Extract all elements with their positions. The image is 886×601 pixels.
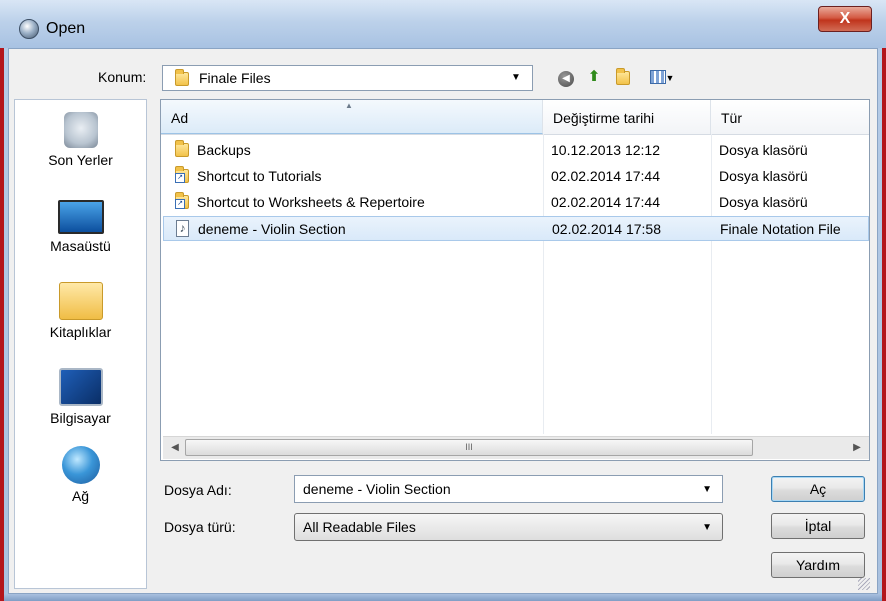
place-recent[interactable]: Son Yerler bbox=[15, 112, 146, 168]
folder-icon bbox=[175, 140, 189, 157]
view-menu-icon bbox=[649, 70, 666, 85]
list-item[interactable]: ↗ Shortcut to Worksheets & Repertoire 02… bbox=[163, 190, 869, 215]
file-type: Dosya klasörü bbox=[719, 168, 808, 184]
column-name-label: Ad bbox=[171, 110, 189, 126]
place-libraries[interactable]: Kitaplıklar bbox=[15, 282, 146, 340]
window-title: Open bbox=[46, 20, 86, 37]
list-item[interactable]: ↗ Shortcut to Tutorials 02.02.2014 17:44… bbox=[163, 164, 869, 189]
place-label: Son Yerler bbox=[48, 152, 113, 168]
file-date: 02.02.2014 17:44 bbox=[551, 168, 660, 184]
recent-places-icon bbox=[63, 112, 98, 148]
place-computer[interactable]: Bilgisayar bbox=[15, 368, 146, 426]
file-name: deneme - Violin Section bbox=[198, 221, 346, 237]
chevron-down-icon[interactable]: ▼ bbox=[702, 484, 712, 495]
file-date: 02.02.2014 17:58 bbox=[552, 221, 661, 237]
place-label: Kitaplıklar bbox=[49, 324, 112, 340]
place-network[interactable]: Ağ bbox=[15, 446, 146, 504]
column-header-name[interactable]: ▲ Ad bbox=[161, 100, 543, 134]
computer-icon bbox=[58, 368, 103, 406]
desktop-icon bbox=[57, 200, 104, 234]
new-folder-icon bbox=[616, 68, 630, 85]
column-type-label: Tür bbox=[721, 110, 742, 126]
open-dialog-icon bbox=[19, 19, 39, 39]
new-folder-button[interactable] bbox=[612, 66, 634, 88]
back-button[interactable]: ◀ bbox=[555, 66, 577, 88]
filename-label: Dosya Adı: bbox=[164, 482, 232, 498]
filename-value: deneme - Violin Section bbox=[303, 481, 451, 497]
sort-ascending-icon: ▲ bbox=[345, 101, 353, 110]
network-icon bbox=[61, 446, 100, 484]
up-folder-button[interactable]: ⬆ bbox=[583, 66, 605, 88]
chevron-down-icon: ▼ bbox=[665, 73, 675, 83]
folder-icon bbox=[175, 69, 189, 86]
scroll-left-icon[interactable]: ◀ bbox=[167, 441, 183, 455]
close-button[interactable]: X bbox=[818, 6, 872, 32]
filetype-value: All Readable Files bbox=[303, 519, 416, 535]
place-label: Masaüstü bbox=[50, 238, 111, 254]
filename-input[interactable]: deneme - Violin Section ▼ bbox=[294, 475, 723, 503]
back-arrow-icon: ◀ bbox=[558, 71, 574, 87]
filetype-label: Dosya türü: bbox=[164, 519, 236, 535]
file-date: 10.12.2013 12:12 bbox=[551, 142, 660, 158]
libraries-icon bbox=[58, 282, 103, 320]
open-button[interactable]: Aç bbox=[771, 476, 865, 502]
chevron-down-icon: ▼ bbox=[511, 72, 521, 83]
file-type: Dosya klasörü bbox=[719, 194, 808, 210]
location-label: Konum: bbox=[98, 69, 147, 85]
file-list[interactable]: ▲ Ad Değiştirme tarihi Tür Backups 10.12… bbox=[160, 99, 870, 461]
file-name: Shortcut to Tutorials bbox=[197, 168, 322, 184]
location-dropdown[interactable]: Finale Files ▼ bbox=[162, 65, 533, 91]
file-type: Finale Notation File bbox=[720, 221, 841, 237]
cancel-button[interactable]: İptal bbox=[771, 513, 865, 539]
location-value: Finale Files bbox=[199, 70, 271, 86]
shortcut-folder-icon: ↗ bbox=[175, 192, 189, 209]
scrollbar-thumb[interactable]: III bbox=[185, 439, 753, 456]
shortcut-folder-icon: ↗ bbox=[175, 166, 189, 183]
file-date: 02.02.2014 17:44 bbox=[551, 194, 660, 210]
resize-grip[interactable] bbox=[858, 578, 870, 590]
music-file-icon: ♪ bbox=[176, 220, 189, 237]
column-date-label: Değiştirme tarihi bbox=[553, 110, 655, 126]
places-bar: Son Yerler Masaüstü Kitaplıklar Bilgisay… bbox=[14, 99, 147, 589]
column-header-type[interactable]: Tür bbox=[711, 100, 869, 134]
window-bottom-border bbox=[4, 594, 882, 601]
column-header-date[interactable]: Değiştirme tarihi bbox=[543, 100, 711, 134]
filetype-select[interactable]: All Readable Files ▼ bbox=[294, 513, 723, 541]
title-bar[interactable]: Open bbox=[0, 0, 886, 48]
help-button[interactable]: Yardım bbox=[771, 552, 865, 578]
file-name: Backups bbox=[197, 142, 251, 158]
list-item[interactable]: Backups 10.12.2013 12:12 Dosya klasörü bbox=[163, 138, 869, 163]
place-desktop[interactable]: Masaüstü bbox=[15, 200, 146, 254]
horizontal-scrollbar[interactable]: ◀ III ▶ bbox=[163, 436, 869, 459]
scroll-right-icon[interactable]: ▶ bbox=[849, 441, 865, 455]
file-type: Dosya klasörü bbox=[719, 142, 808, 158]
chevron-down-icon: ▼ bbox=[702, 522, 712, 533]
place-label: Ağ bbox=[71, 488, 90, 504]
file-name: Shortcut to Worksheets & Repertoire bbox=[197, 194, 425, 210]
view-menu-button[interactable]: ▼ bbox=[645, 66, 679, 88]
place-label: Bilgisayar bbox=[50, 410, 111, 426]
up-folder-icon: ⬆ bbox=[587, 68, 601, 85]
column-header-row: ▲ Ad Değiştirme tarihi Tür bbox=[161, 100, 869, 135]
list-item-selected[interactable]: ♪ deneme - Violin Section 02.02.2014 17:… bbox=[163, 216, 869, 241]
